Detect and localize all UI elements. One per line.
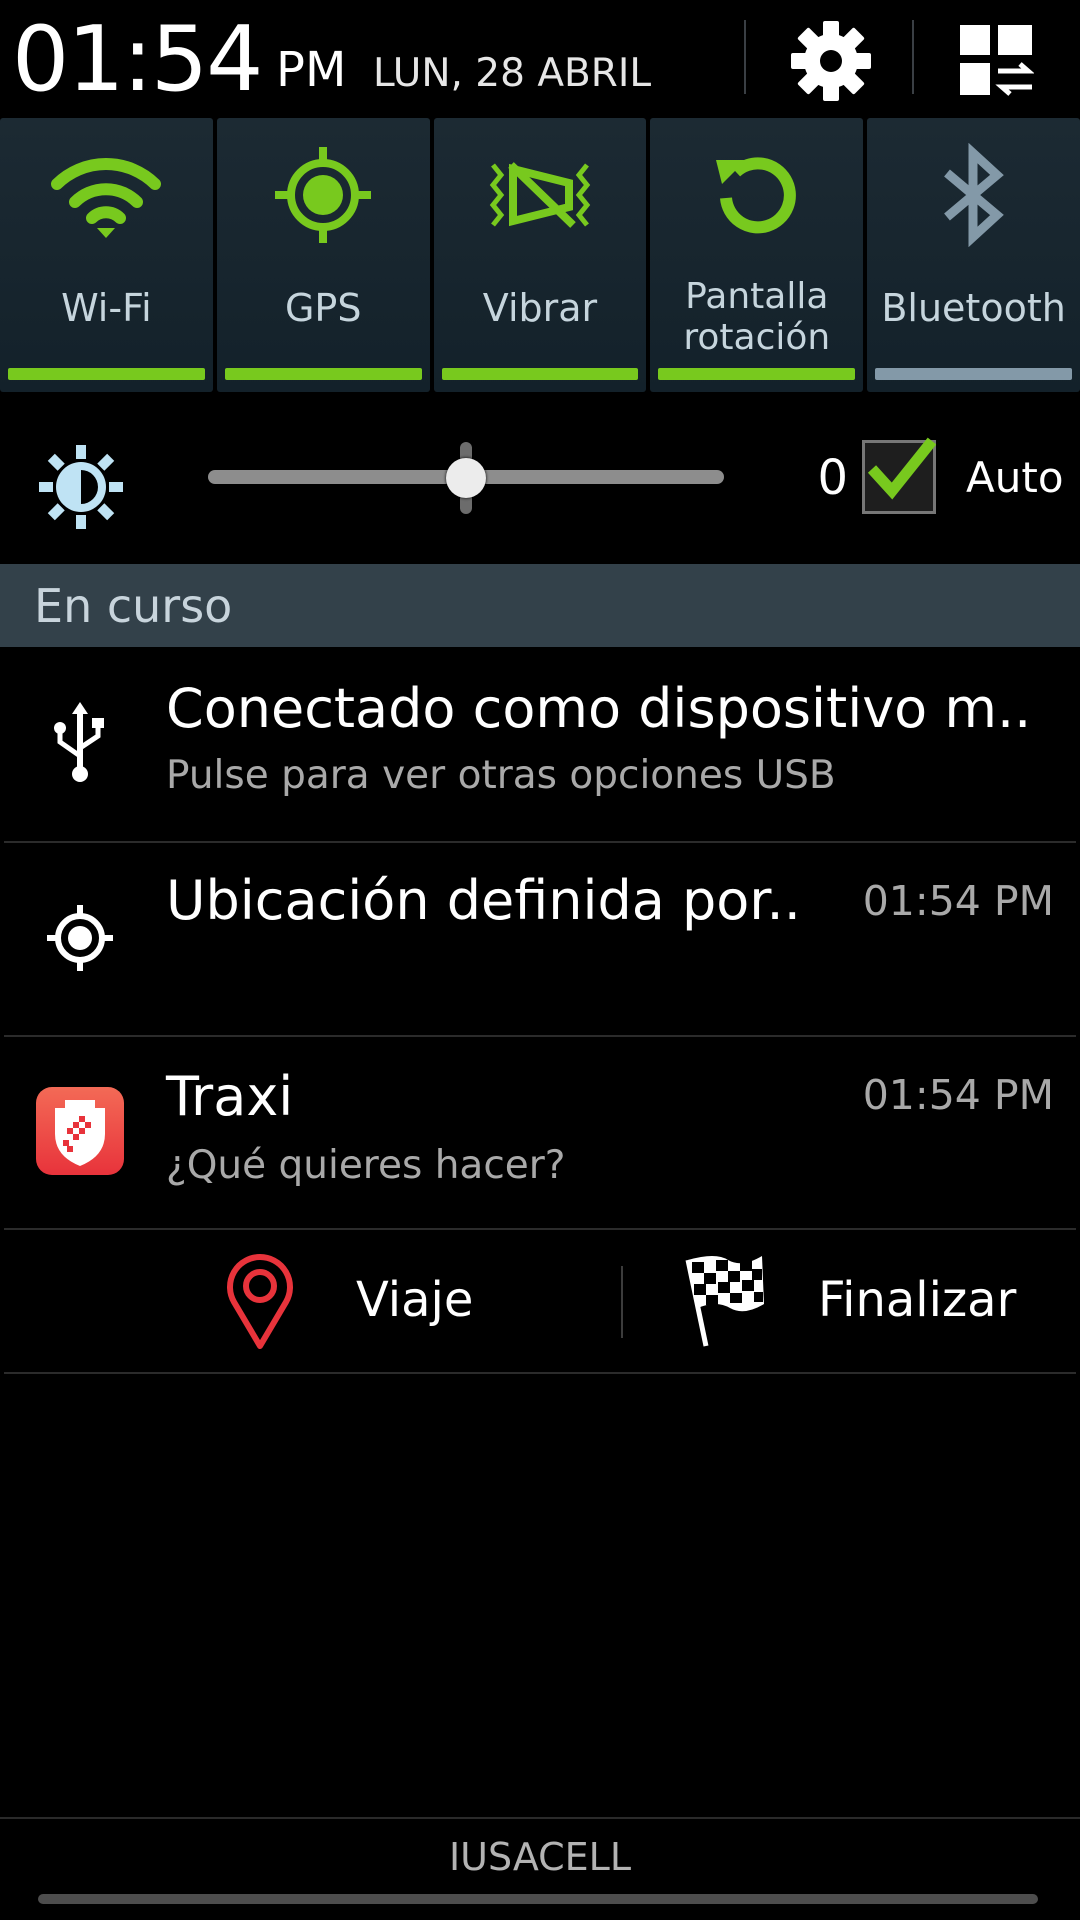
traxi-app-icon: [36, 1087, 124, 1175]
notification-time: 01:54 PM: [862, 877, 1054, 925]
toggle-indicator: [875, 368, 1072, 380]
grid-swap-icon: [960, 25, 1034, 96]
date-label: LUN, 28 ABRIL: [373, 51, 652, 96]
toggle-label: Bluetooth: [881, 286, 1066, 330]
notification-title: Ubicación definida por..: [166, 869, 801, 932]
toggle-indicator: [224, 368, 422, 380]
trip-label: Viaje: [356, 1272, 474, 1328]
toggle-label-line: Pantalla: [685, 276, 829, 317]
carrier-label: IUSACELL: [448, 1835, 632, 1879]
brightness-icon: [39, 445, 123, 529]
brightness-value: 0: [817, 450, 848, 506]
traxi-actions: Viaje Finalizar: [0, 1230, 1080, 1370]
brightness-slider-thumb[interactable]: [446, 458, 486, 498]
action-divider: [621, 1266, 623, 1338]
notification-subtitle: Pulse para ver otras opciones USB: [166, 753, 836, 798]
toggle-label: GPS: [284, 286, 362, 330]
trip-button[interactable]: Viaje: [224, 1230, 604, 1370]
toggle-screen-rotation[interactable]: Pantalla rotación: [650, 118, 864, 392]
map-pin-icon: [227, 1254, 293, 1349]
toggle-indicator: [441, 368, 639, 380]
notification-subtitle: ¿Qué quieres hacer?: [166, 1143, 566, 1188]
toggle-label: Wi-Fi: [61, 286, 152, 330]
notification-title: Traxi: [166, 1065, 294, 1128]
auto-brightness-checkbox[interactable]: [862, 437, 936, 514]
toggle-indicator: [658, 368, 856, 380]
usb-icon: [54, 702, 104, 782]
checkmark-icon: [867, 437, 936, 500]
drag-handle[interactable]: [38, 1894, 1038, 1904]
toggle-label: Pantalla rotación: [650, 276, 863, 358]
header-divider: [744, 20, 746, 94]
finish-label: Finalizar: [818, 1272, 1017, 1328]
toggle-bluetooth[interactable]: Bluetooth: [867, 118, 1080, 392]
vibrate-icon: [489, 162, 591, 228]
notification-header: 01:54 PM LUN, 28 ABRIL: [0, 0, 1080, 118]
header-divider: [912, 20, 914, 94]
brightness-row: 0 Auto: [0, 392, 1080, 564]
notification-time: 01:54 PM: [862, 1071, 1054, 1119]
bluetooth-icon: [943, 143, 1004, 247]
wifi-icon: [51, 157, 162, 238]
notification-title: Conectado como dispositivo m..: [166, 677, 1032, 740]
gps-icon: [275, 147, 372, 243]
toggle-indicator: [8, 368, 205, 380]
notification-traxi[interactable]: Traxi ¿Qué quieres hacer? 01:54 PM: [0, 1037, 1080, 1228]
settings-button[interactable]: [786, 16, 876, 106]
notification-location[interactable]: Ubicación definida por.. 01:54 PM: [0, 843, 1080, 1035]
toggle-label-line: rotación: [683, 317, 831, 358]
quick-toggles: Wi-Fi GPS Vibrar Pantalla rotación Bluet…: [0, 118, 1080, 392]
clock-time: 01:54: [12, 7, 263, 112]
location-icon: [47, 905, 113, 971]
auto-brightness-label: Auto: [966, 453, 1064, 502]
toggle-label: Vibrar: [482, 286, 598, 330]
clock-ampm: PM: [276, 42, 347, 98]
toggle-gps[interactable]: GPS: [216, 118, 430, 392]
toggle-vibrate[interactable]: Vibrar: [433, 118, 647, 392]
finish-button[interactable]: Finalizar: [676, 1230, 1066, 1370]
section-title: En curso: [34, 579, 233, 633]
footer-divider: [0, 1817, 1080, 1819]
rotate-icon: [715, 157, 796, 234]
quick-settings-grid-button[interactable]: [956, 20, 1036, 100]
checkered-flag-icon: [685, 1256, 764, 1347]
gear-icon: [791, 21, 871, 101]
notification-divider: [4, 1372, 1076, 1374]
ongoing-section-header: En curso: [0, 564, 1080, 647]
toggle-wifi[interactable]: Wi-Fi: [0, 118, 213, 392]
notification-usb[interactable]: Conectado como dispositivo m.. Pulse par…: [0, 647, 1080, 841]
